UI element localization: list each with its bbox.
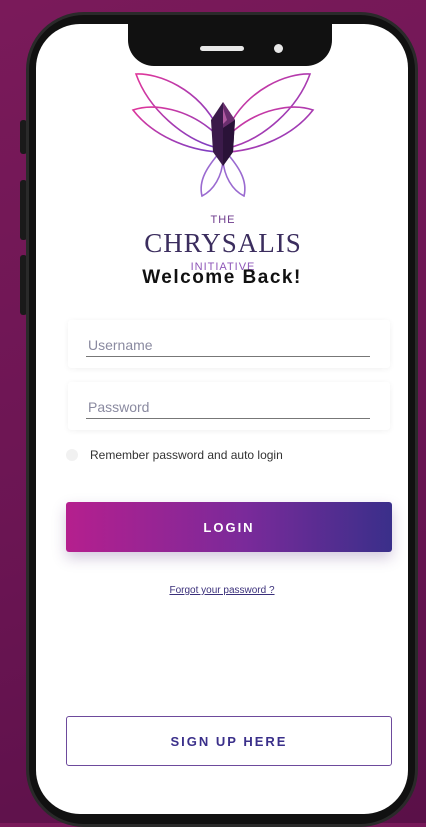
speaker-icon — [200, 46, 244, 51]
phone-notch — [128, 24, 332, 66]
password-input[interactable] — [86, 396, 370, 419]
forgot-password-link[interactable]: Forgot your password ? — [36, 585, 408, 596]
chrysalis-logo: THE CHRYSALIS INITIATIVE — [128, 68, 318, 273]
camera-icon — [274, 44, 283, 53]
username-field-card — [68, 320, 390, 368]
logo-the-text: THE — [210, 214, 236, 226]
remember-checkbox[interactable] — [66, 449, 78, 461]
signup-button[interactable]: SIGN UP HERE — [66, 716, 392, 766]
remember-label: Remember password and auto login — [90, 448, 283, 462]
logo-name-text: CHRYSALIS — [144, 228, 302, 258]
welcome-heading: Welcome Back! — [142, 267, 302, 288]
password-field-card — [68, 382, 390, 430]
remember-row: Remember password and auto login — [66, 446, 283, 464]
login-button[interactable]: LOGIN — [66, 502, 392, 552]
butterfly-crystal-icon — [131, 73, 315, 198]
login-screen: THE CHRYSALIS INITIATIVE Welcome Back! R… — [36, 24, 408, 814]
username-input[interactable] — [86, 334, 370, 357]
